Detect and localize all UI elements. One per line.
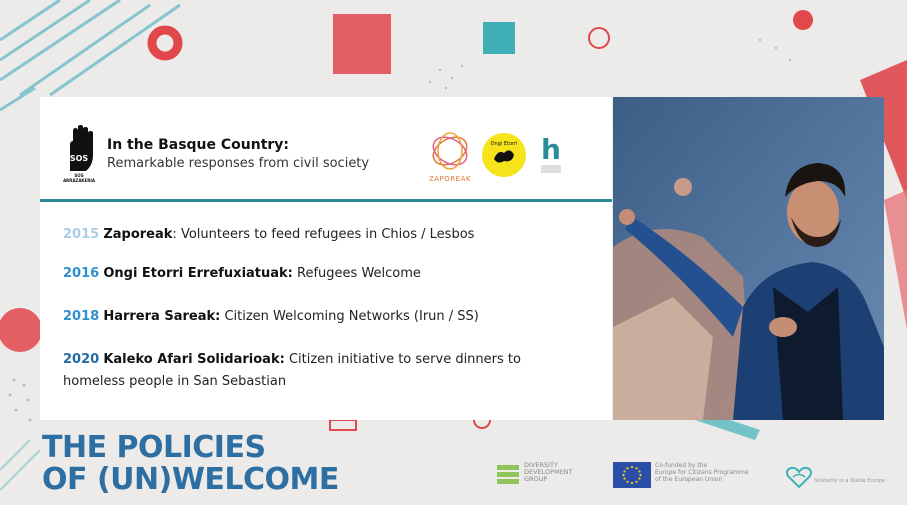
ongi-logo-label: Ongi Etorri	[491, 141, 518, 147]
entry-year: 2015	[63, 227, 100, 242]
entry-year: 2018	[63, 309, 100, 324]
list-item: 2020 Kaleko Afari Solidarioak: Citizen i…	[63, 349, 583, 393]
sos-racism-logo: SOS	[62, 125, 96, 173]
ongi-etorri-logo: Ongi Etorri	[482, 133, 526, 177]
entry-text: Volunteers to feed refugees in Chios / L…	[180, 227, 475, 242]
eu-flag-icon	[613, 462, 651, 488]
diversity-development-group-logo	[497, 465, 519, 484]
zaporeak-logo-label: ZAPOREAK	[429, 175, 471, 183]
sos-logo-text: SOS ARRAZAKERIA	[63, 173, 95, 183]
entry-year: 2016	[63, 266, 100, 281]
svg-text:SOS: SOS	[70, 154, 89, 163]
entry-text: Citizen Welcoming Networks (Irun / SS)	[224, 309, 479, 324]
speaker-video	[613, 97, 884, 420]
harrera-logo-letter: h	[541, 133, 561, 166]
zaporeak-logo	[432, 132, 468, 170]
harrera-sareak-logo: h	[541, 133, 561, 173]
entry-year: 2020	[63, 352, 100, 367]
entry-separator: :	[172, 227, 181, 242]
entry-name: Zaporeak	[103, 227, 173, 242]
entry-name: Kaleko Afari Solidarioak:	[103, 352, 285, 367]
ddg-logo-text: DIVERSITY DEVELOPMENT GROUP	[524, 462, 573, 483]
slide-title: In the Basque Country:	[107, 137, 290, 153]
list-item: 2018 Harrera Sareak: Citizen Welcoming N…	[63, 306, 583, 328]
slide-card: SOS SOS ARRAZAKERIA In the Basque Countr…	[40, 97, 612, 420]
eu-text-line: of the European Union	[655, 476, 723, 483]
conference-title-line2: OF (UN)WELCOME	[42, 462, 339, 497]
entry-text: Refugees Welcome	[297, 266, 421, 281]
list-item: 2015 Zaporeak: Volunteers to feed refuge…	[63, 224, 583, 246]
conference-title: THE POLICIES OF (UN)WELCOME	[42, 432, 339, 496]
eu-text-line: Europe for Citizens Programme	[655, 469, 749, 476]
eu-text-line: Co-funded by the	[655, 462, 708, 469]
heart-icon	[786, 466, 812, 488]
entry-name: Ongi Etorri Errefuxiatuak:	[103, 266, 293, 281]
slide-subtitle: Remarkable responses from civil society	[107, 156, 370, 171]
card-header: SOS SOS ARRAZAKERIA In the Basque Countr…	[40, 97, 612, 199]
ddg-text-line: GROUP	[524, 475, 548, 483]
list-item: 2016 Ongi Etorri Errefuxiatuak: Refugees…	[63, 263, 583, 285]
entry-name: Harrera Sareak:	[103, 309, 221, 324]
heart-logo-text: Solidarity in a Stable Europe	[814, 478, 886, 484]
conference-title-line1: THE POLICIES	[42, 430, 266, 465]
header-divider	[40, 199, 612, 202]
eu-funding-text: Co-funded by the Europe for Citizens Pro…	[655, 462, 765, 483]
